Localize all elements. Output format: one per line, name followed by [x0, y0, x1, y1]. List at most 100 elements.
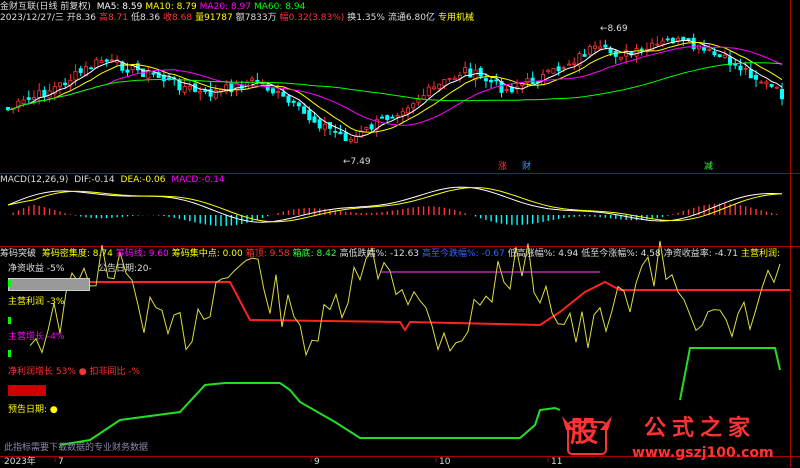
- candle: [504, 85, 509, 93]
- macd-label: MACD:: [171, 175, 202, 185]
- ma-value-2: MA20: 8.97: [199, 2, 251, 12]
- candle: [717, 54, 722, 58]
- x-label-9: 9: [314, 457, 320, 467]
- event-tag-finance[interactable]: 财: [522, 162, 531, 173]
- candle: [572, 57, 577, 71]
- net-asset-return-bar: [8, 278, 90, 291]
- candle: [94, 57, 99, 69]
- x-label-10: 10: [439, 457, 451, 467]
- candle: [400, 107, 405, 123]
- candle: [99, 56, 104, 63]
- candle: [151, 71, 156, 78]
- candle: [270, 88, 275, 96]
- candle: [405, 105, 410, 119]
- x-label-year: 2023年: [4, 457, 36, 467]
- candle: [348, 136, 353, 144]
- candle: [68, 74, 73, 91]
- macd-header: MACD(12,26,9) DIF:-0.14 DEA:-0.06 MACD:-…: [0, 175, 228, 186]
- candle: [598, 39, 603, 51]
- net-asset-return-label: 净资收益 -5%: [8, 264, 65, 274]
- candle: [613, 48, 618, 64]
- candle: [530, 71, 535, 85]
- candle: [89, 66, 94, 70]
- ma-value-3: MA60: 8.94: [253, 2, 306, 12]
- candle: [764, 79, 769, 90]
- main-profit-label: 主营利润 -3%: [8, 297, 65, 307]
- main-growth-marker: [8, 350, 11, 357]
- candle: [670, 36, 675, 45]
- candle: [364, 126, 369, 133]
- quote-field-10: 专用机械: [437, 13, 474, 23]
- price-low-marker: ←7.49: [343, 157, 371, 167]
- candle: [322, 116, 327, 137]
- net-profit-growth-label: 净利润增长 53% ● 扣非同比 -%: [8, 367, 141, 377]
- candle: [26, 90, 31, 105]
- quote-line: 2023/12/27/三 开8.36 高8.71 低8.36 收8.68 量91787 额7…: [0, 13, 477, 24]
- dea-line: [7, 187, 783, 223]
- candle: [244, 79, 249, 90]
- watermark: 股 公式之家 www.gszj100.com: [560, 408, 800, 467]
- candle: [187, 79, 192, 93]
- candle: [473, 63, 478, 88]
- main-growth-label: 主营增长 -4%: [8, 332, 65, 342]
- candle: [6, 106, 11, 112]
- quote-field-0: 2023/12/27/三: [0, 13, 64, 23]
- stock-chart-canvas[interactable]: [0, 0, 800, 467]
- candle: [447, 77, 452, 82]
- stock-title: 金财互联(日线 前复权): [0, 2, 91, 12]
- chip-field-5: 高低跌幅%: -12.63: [339, 249, 420, 259]
- candle: [624, 44, 629, 64]
- candle: [317, 117, 322, 132]
- candle: [374, 115, 379, 137]
- price-header: 金财互联(日线 前复权) MA5: 8.59 MA10: 8.79 MA20: 8.…: [0, 2, 311, 13]
- chip-field-9: 净资收益率: -4.71: [663, 249, 738, 259]
- candle: [16, 98, 21, 113]
- candle: [281, 87, 286, 97]
- x-label-7: 7: [58, 457, 64, 467]
- candle: [457, 71, 462, 83]
- chip-field-8: 低至今涨幅%: 4.58: [581, 249, 661, 259]
- macd-title: MACD(12,26,9): [0, 175, 69, 185]
- moving-average-lines: [7, 39, 783, 137]
- chip-field-2: 筹码集中点: 0.00: [171, 249, 243, 259]
- candle: [676, 36, 681, 45]
- event-tag-up[interactable]: 涨: [498, 162, 507, 173]
- event-tag-reduce[interactable]: 减: [704, 162, 713, 173]
- candle: [182, 78, 187, 96]
- candle: [390, 114, 395, 119]
- candle: [644, 42, 649, 57]
- forecast-date-label: 预告日期: ●: [8, 405, 58, 415]
- candle: [546, 68, 551, 74]
- candle: [78, 65, 83, 77]
- candle: [567, 60, 572, 66]
- dif-value: -0.14: [91, 175, 115, 185]
- candle: [57, 82, 62, 95]
- candle: [759, 79, 764, 84]
- chip-field-4: 箱底: 8.42: [292, 249, 337, 259]
- candle: [431, 81, 436, 91]
- watermark-main-char: 股: [570, 415, 599, 448]
- candle: [463, 61, 468, 77]
- ma-line-2: [7, 46, 783, 126]
- ma-values: MA5: 8.59 MA10: 8.79 MA20: 8.97 MA60: 8.94: [97, 2, 309, 12]
- candle: [42, 86, 47, 102]
- announce-date-label: 公告日期:20-: [98, 264, 152, 274]
- chip-values: 筹码密集度: 8.74 筹码线: 9.60 筹码集中点: 0.00 箱顶: 9.58 箱…: [42, 249, 783, 259]
- price-high-marker: ←8.69: [600, 24, 628, 34]
- candle: [665, 36, 670, 42]
- chip-field-1: 筹码线: 9.60: [115, 249, 169, 259]
- bottom-note: 此指标需要下载数据的专业财务数据: [4, 443, 149, 453]
- candle: [728, 51, 733, 73]
- candle: [421, 88, 426, 101]
- candle: [286, 94, 291, 107]
- watermark-text: 公式之家: [644, 416, 757, 441]
- quote-field-6: 额7833万: [235, 13, 277, 23]
- chip-field-0: 筹码密集度: 8.74: [41, 249, 113, 259]
- chip-field-6: 高至今跌幅%: -0.67: [422, 249, 505, 259]
- candle: [385, 114, 390, 123]
- watermark-url: www.gszj100.com: [632, 445, 774, 461]
- candle: [343, 127, 348, 142]
- chip-field-3: 箱顶: 9.58: [245, 249, 290, 259]
- quote-field-9: 流通6.80亿: [387, 13, 435, 23]
- macd-lines: [7, 186, 783, 223]
